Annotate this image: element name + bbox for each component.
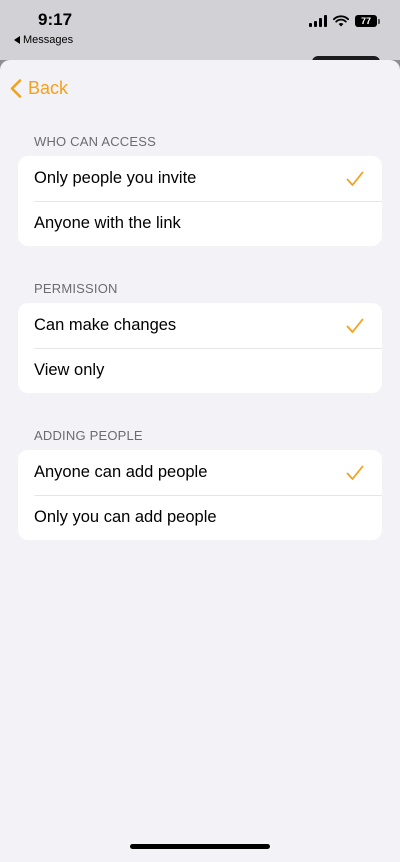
option-only-people-you-invite[interactable]: Only people you invite bbox=[18, 156, 382, 201]
option-anyone-with-the-link[interactable]: Anyone with the link bbox=[18, 201, 382, 246]
status-bar: 9:17 Messages 77 bbox=[0, 0, 400, 66]
cellular-signal-icon bbox=[309, 15, 327, 27]
option-view-only[interactable]: View only bbox=[18, 348, 382, 393]
option-anyone-can-add-people[interactable]: Anyone can add people bbox=[18, 450, 382, 495]
sharing-options-sheet: Back WHO CAN ACCESS Only people you invi… bbox=[0, 60, 400, 862]
option-label: Can make changes bbox=[34, 316, 177, 334]
option-label: View only bbox=[34, 361, 105, 379]
status-time: 9:17 bbox=[38, 10, 73, 29]
back-button[interactable]: Back bbox=[10, 78, 68, 99]
options-group-who-can-access: Only people you invite Anyone with the l… bbox=[18, 156, 382, 246]
section-header-who-can-access: WHO CAN ACCESS bbox=[34, 134, 156, 149]
options-group-permission: Can make changes View only bbox=[18, 303, 382, 393]
chevron-left-icon bbox=[10, 79, 22, 98]
section-header-adding-people: ADDING PEOPLE bbox=[34, 428, 143, 443]
section-header-permission: PERMISSION bbox=[34, 281, 118, 296]
wifi-icon bbox=[333, 15, 349, 27]
options-group-adding-people: Anyone can add people Only you can add p… bbox=[18, 450, 382, 540]
option-can-make-changes[interactable]: Can make changes bbox=[18, 303, 382, 348]
option-label: Only people you invite bbox=[34, 169, 197, 187]
back-app-label: Messages bbox=[23, 34, 74, 46]
checkmark-icon bbox=[346, 465, 364, 480]
option-label: Anyone can add people bbox=[34, 463, 208, 481]
back-button-label: Back bbox=[28, 78, 69, 98]
option-only-you-can-add-people[interactable]: Only you can add people bbox=[18, 495, 382, 540]
option-label: Only you can add people bbox=[34, 508, 217, 526]
back-to-app-link[interactable]: Messages bbox=[14, 34, 73, 46]
battery-icon: 77 bbox=[355, 15, 380, 27]
option-label: Anyone with the link bbox=[34, 214, 181, 232]
home-indicator[interactable] bbox=[130, 844, 270, 849]
checkmark-icon bbox=[346, 171, 364, 186]
battery-level: 77 bbox=[355, 15, 377, 27]
back-triangle-icon bbox=[14, 36, 20, 44]
checkmark-icon bbox=[346, 318, 364, 333]
status-icons: 77 bbox=[309, 15, 380, 27]
